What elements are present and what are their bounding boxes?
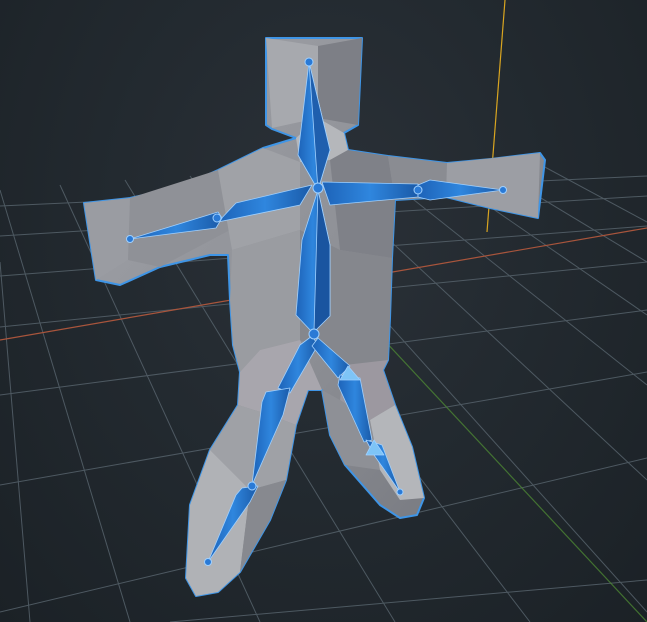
joint-right-elbow[interactable] bbox=[413, 185, 423, 195]
grid-line bbox=[527, 157, 647, 223]
joint-pelvis[interactable] bbox=[308, 328, 320, 340]
grid-line bbox=[0, 261, 31, 622]
right-upper-arm-bone[interactable] bbox=[321, 181, 419, 206]
joint-left-foot[interactable] bbox=[204, 558, 212, 566]
joint-left-hand[interactable] bbox=[126, 235, 134, 243]
joint-right-hand[interactable] bbox=[499, 186, 507, 194]
joint-right-foot[interactable] bbox=[396, 488, 404, 496]
3d-viewport[interactable] bbox=[0, 0, 647, 622]
joint-left-knee[interactable] bbox=[247, 481, 257, 491]
head-facet bbox=[318, 38, 362, 125]
viewport-canvas[interactable] bbox=[0, 0, 647, 622]
armature[interactable] bbox=[126, 57, 507, 566]
joint-chest[interactable] bbox=[312, 182, 324, 194]
joint-left-elbow[interactable] bbox=[212, 213, 222, 223]
joint-head-tip[interactable] bbox=[304, 57, 314, 67]
grid-line bbox=[169, 579, 647, 622]
